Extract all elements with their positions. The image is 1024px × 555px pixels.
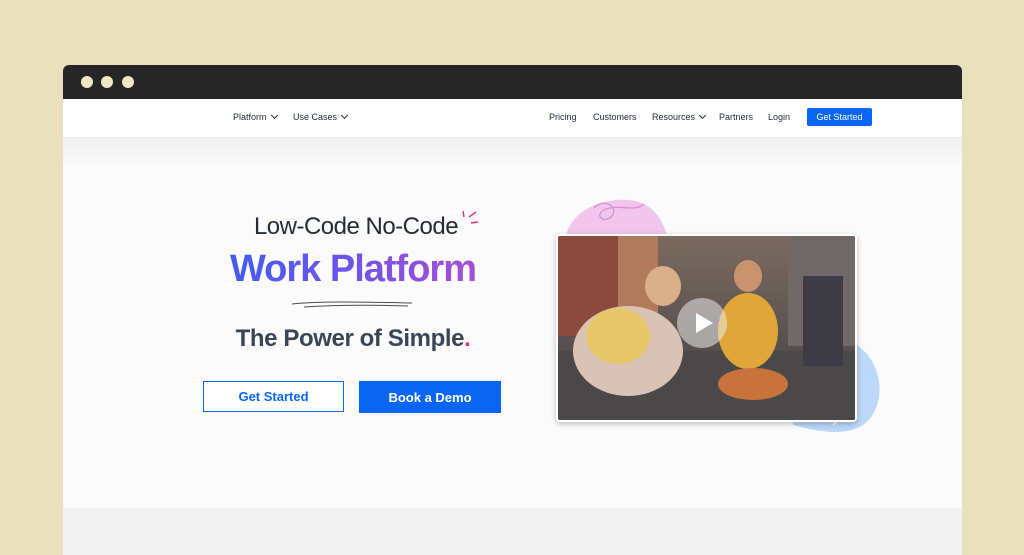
top-navigation: Platform Use Cases Pricing Customers Res… <box>63 99 962 138</box>
chevron-down-icon <box>340 111 349 120</box>
window-maximize-dot[interactable] <box>122 76 134 88</box>
nav-resources-label: Resources <box>652 112 696 122</box>
nav-resources[interactable]: Resources <box>652 111 707 122</box>
nav-customers[interactable]: Customers <box>593 112 637 122</box>
nav-partners-label: Partners <box>719 112 754 122</box>
nav-use-cases-label: Use Cases <box>293 112 338 122</box>
nav-customers-label: Customers <box>593 112 637 122</box>
browser-window: Platform Use Cases Pricing Customers Res… <box>63 65 962 555</box>
window-close-dot[interactable] <box>81 76 93 88</box>
underline-squiggle <box>291 301 413 308</box>
nav-use-cases[interactable]: Use Cases <box>293 111 349 122</box>
hero-tagline-text: The Power of Simple <box>235 325 465 352</box>
nav-platform[interactable]: Platform <box>233 111 278 122</box>
hero-video[interactable] <box>556 234 857 422</box>
chevron-down-icon <box>270 111 278 120</box>
hero-tagline-dot: . <box>464 325 471 352</box>
hero-tagline: The Power of Simple. <box>213 325 493 353</box>
hero-get-started-button[interactable]: Get Started <box>203 381 344 412</box>
nav-partners[interactable]: Partners <box>719 112 753 122</box>
nav-get-started-button[interactable]: Get Started <box>807 108 872 126</box>
window-titlebar <box>63 65 962 99</box>
hero-headline: Work Platform <box>213 248 493 291</box>
window-minimize-dot[interactable] <box>101 76 113 88</box>
nav-platform-label: Platform <box>233 112 267 122</box>
hero-book-demo-button[interactable]: Book a Demo <box>359 381 501 413</box>
nav-pricing-label: Pricing <box>549 112 577 122</box>
sparkle-icon <box>462 210 479 224</box>
nav-pricing[interactable]: Pricing <box>549 112 577 122</box>
nav-login-label: Login <box>768 112 791 122</box>
play-button[interactable] <box>677 298 727 348</box>
next-section-strip <box>63 508 962 555</box>
nav-login[interactable]: Login <box>768 112 790 122</box>
play-icon <box>696 313 713 333</box>
chevron-down-icon <box>698 111 707 120</box>
hero-eyebrow: Low-Code No-Code <box>253 213 459 240</box>
hero-background <box>63 138 962 168</box>
